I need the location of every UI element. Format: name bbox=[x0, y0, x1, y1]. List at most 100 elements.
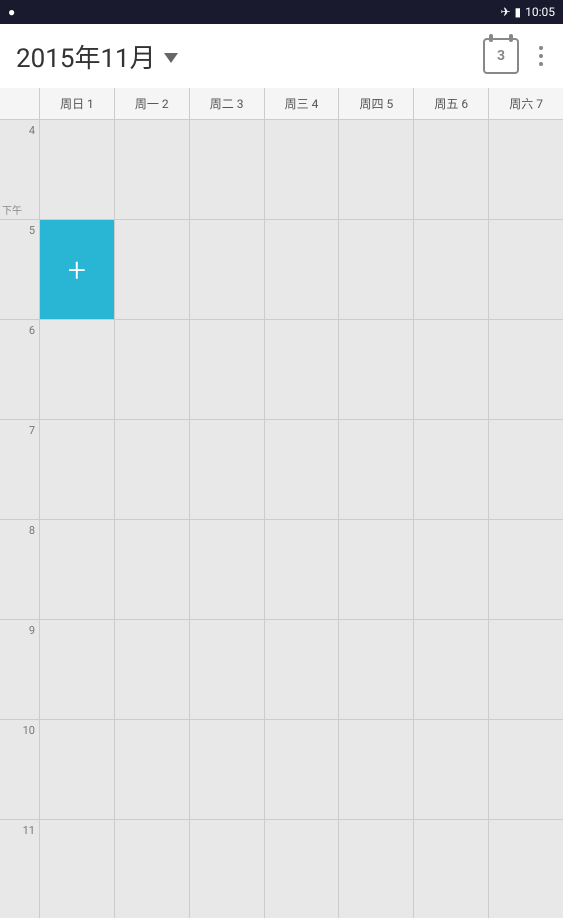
day-cell-tue-10 bbox=[190, 720, 264, 820]
day-column-wed bbox=[265, 120, 340, 918]
day-cell-tue-7 bbox=[190, 420, 264, 520]
day-cell-mon-11 bbox=[115, 820, 189, 918]
calendar-icon-date: 3 bbox=[497, 48, 505, 64]
day-cell-sat-7 bbox=[489, 420, 563, 520]
battery-icon: ▮ bbox=[515, 5, 522, 19]
status-time: 10:05 bbox=[525, 5, 555, 19]
day-cell-fri-10 bbox=[414, 720, 488, 820]
day-cell-thu-11 bbox=[339, 820, 413, 918]
month-title[interactable]: 2015年11月 bbox=[16, 38, 178, 75]
time-slot-7: 7 bbox=[0, 420, 39, 520]
day-cell-mon-4 bbox=[115, 120, 189, 220]
time-label-6: 6 bbox=[29, 324, 35, 337]
day-column-sun: + bbox=[40, 120, 115, 918]
day-cell-wed-4 bbox=[265, 120, 339, 220]
day-cell-fri-4 bbox=[414, 120, 488, 220]
day-cell-sat-11 bbox=[489, 820, 563, 918]
day-column-sat bbox=[489, 120, 563, 918]
day-cell-thu-8 bbox=[339, 520, 413, 620]
weekday-wed: 周三 4 bbox=[265, 88, 340, 119]
day-cell-wed-5 bbox=[265, 220, 339, 320]
weekday-sun: 周日 1 bbox=[40, 88, 115, 119]
day-cell-tue-6 bbox=[190, 320, 264, 420]
more-options-button[interactable] bbox=[535, 42, 547, 70]
time-slot-5: 5 bbox=[0, 220, 39, 320]
weekday-mon: 周一 2 bbox=[115, 88, 190, 119]
time-label-5: 5 bbox=[29, 224, 35, 237]
time-label-9: 9 bbox=[29, 624, 35, 637]
day-cell-fri-11 bbox=[414, 820, 488, 918]
calendar-body: 4 下午 5 6 7 8 9 10 11 bbox=[0, 120, 563, 918]
day-column-thu bbox=[339, 120, 414, 918]
day-cell-sun-10 bbox=[40, 720, 114, 820]
calendar-goto-button[interactable]: 3 bbox=[483, 38, 519, 74]
more-dot-3 bbox=[539, 62, 543, 66]
day-cell-thu-4 bbox=[339, 120, 413, 220]
airplane-icon: ✈ bbox=[500, 5, 510, 19]
time-label-10: 10 bbox=[23, 724, 35, 737]
day-cell-sat-10 bbox=[489, 720, 563, 820]
day-cell-tue-8 bbox=[190, 520, 264, 620]
header-icons: 3 bbox=[483, 38, 547, 74]
day-cell-mon-9 bbox=[115, 620, 189, 720]
day-cell-fri-7 bbox=[414, 420, 488, 520]
time-slot-4: 4 下午 bbox=[0, 120, 39, 220]
day-cell-thu-7 bbox=[339, 420, 413, 520]
time-label-4: 4 bbox=[29, 124, 35, 137]
day-cell-sun-5[interactable]: + bbox=[40, 220, 114, 320]
time-slot-6: 6 bbox=[0, 320, 39, 420]
status-left: ● bbox=[8, 5, 15, 19]
day-column-fri bbox=[414, 120, 489, 918]
day-cell-fri-6 bbox=[414, 320, 488, 420]
weekday-tue: 周二 3 bbox=[190, 88, 265, 119]
time-label-7: 7 bbox=[29, 424, 35, 437]
day-cell-sat-5 bbox=[489, 220, 563, 320]
day-cell-sat-8 bbox=[489, 520, 563, 620]
time-label-8: 8 bbox=[29, 524, 35, 537]
day-cell-sun-9 bbox=[40, 620, 114, 720]
day-cell-thu-6 bbox=[339, 320, 413, 420]
day-cell-wed-8 bbox=[265, 520, 339, 620]
weekday-sat: 周六 7 bbox=[489, 88, 563, 119]
time-label-11: 11 bbox=[23, 824, 35, 837]
day-cell-mon-5 bbox=[115, 220, 189, 320]
day-cell-thu-10 bbox=[339, 720, 413, 820]
status-right: ✈ ▮ 10:05 bbox=[500, 5, 555, 19]
status-bar: ● ✈ ▮ 10:05 bbox=[0, 0, 563, 24]
time-slot-10: 10 bbox=[0, 720, 39, 820]
dropdown-arrow-icon bbox=[164, 53, 178, 63]
day-cell-sun-7 bbox=[40, 420, 114, 520]
day-cell-wed-6 bbox=[265, 320, 339, 420]
day-cell-thu-5 bbox=[339, 220, 413, 320]
day-column-mon bbox=[115, 120, 190, 918]
day-cell-mon-6 bbox=[115, 320, 189, 420]
day-cell-sun-6 bbox=[40, 320, 114, 420]
time-column: 4 下午 5 6 7 8 9 10 11 bbox=[0, 120, 40, 918]
day-cell-mon-7 bbox=[115, 420, 189, 520]
app-header: 2015年11月 3 bbox=[0, 24, 563, 88]
day-cell-wed-10 bbox=[265, 720, 339, 820]
wifi-icon: ● bbox=[8, 5, 15, 19]
day-cell-wed-11 bbox=[265, 820, 339, 918]
day-cell-mon-8 bbox=[115, 520, 189, 620]
day-cell-sat-6 bbox=[489, 320, 563, 420]
month-year-label: 2015年11月 bbox=[16, 38, 156, 75]
day-cell-sun-11 bbox=[40, 820, 114, 918]
weekday-header: 周日 1 周一 2 周二 3 周三 4 周四 5 周五 6 周六 7 bbox=[0, 88, 563, 120]
more-dot-2 bbox=[539, 54, 543, 58]
add-event-plus-icon: + bbox=[68, 254, 86, 286]
day-cell-thu-9 bbox=[339, 620, 413, 720]
day-cell-sat-9 bbox=[489, 620, 563, 720]
add-event-button[interactable]: + bbox=[59, 252, 95, 288]
afternoon-label: 下午 bbox=[0, 202, 22, 217]
weekday-fri: 周五 6 bbox=[414, 88, 489, 119]
time-slot-11: 11 bbox=[0, 820, 39, 918]
time-slot-9: 9 bbox=[0, 620, 39, 720]
day-column-tue bbox=[190, 120, 265, 918]
day-cell-fri-8 bbox=[414, 520, 488, 620]
day-cell-wed-9 bbox=[265, 620, 339, 720]
day-cell-tue-5 bbox=[190, 220, 264, 320]
time-col-spacer bbox=[0, 88, 40, 119]
weekday-thu: 周四 5 bbox=[339, 88, 414, 119]
day-cell-sun-4 bbox=[40, 120, 114, 220]
